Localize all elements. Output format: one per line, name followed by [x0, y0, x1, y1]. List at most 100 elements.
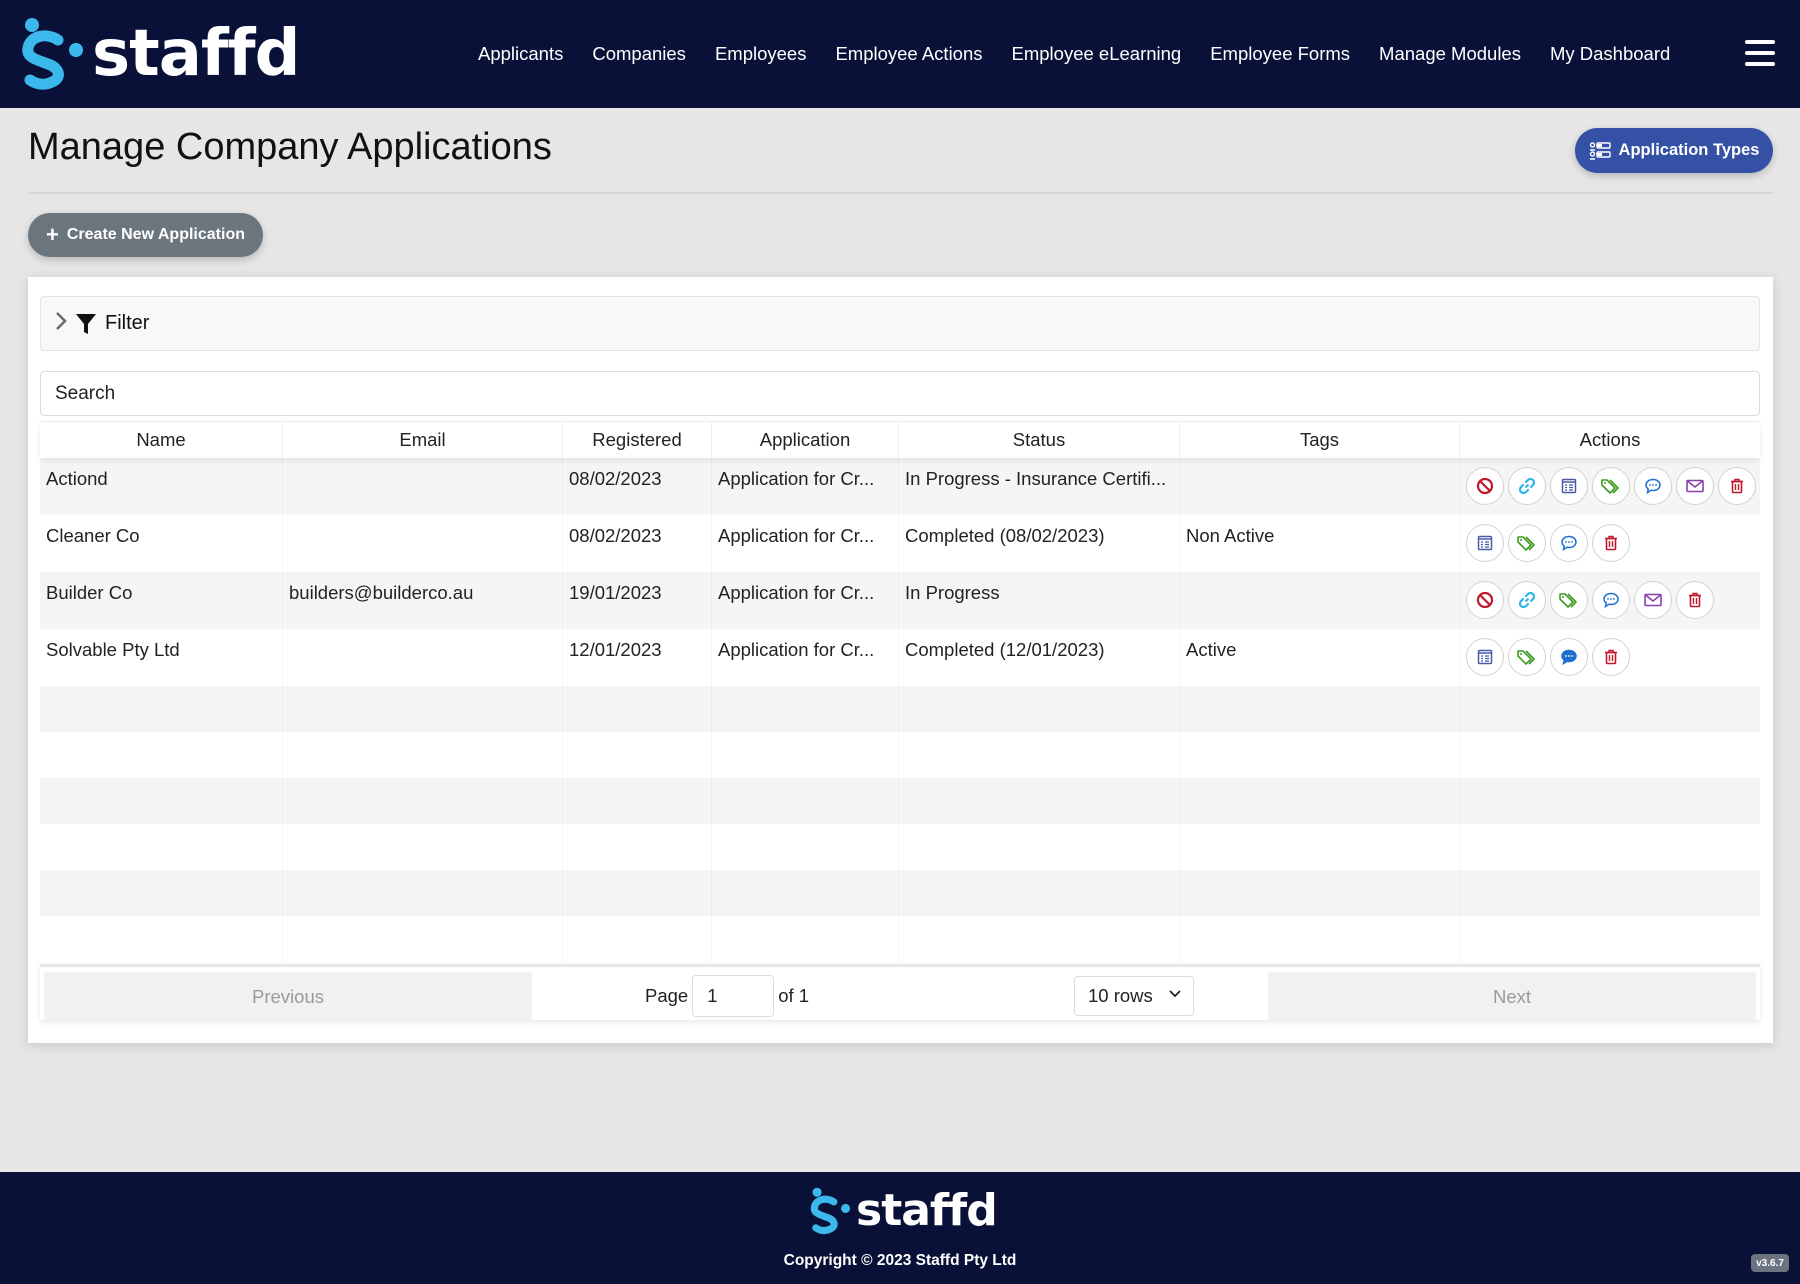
rows-per-page-select[interactable]: 10 rows — [1074, 976, 1194, 1016]
nav-item-my-dashboard[interactable]: My Dashboard — [1550, 43, 1670, 65]
column-header-application[interactable]: Application — [712, 422, 899, 458]
empty-cell — [1180, 732, 1460, 778]
send-email-button[interactable] — [1676, 467, 1714, 505]
comments-button[interactable] — [1592, 581, 1630, 619]
nav-item-employee-forms[interactable]: Employee Forms — [1210, 43, 1350, 65]
empty-cell — [40, 732, 283, 778]
empty-cell — [1460, 916, 1760, 962]
cell-email: builders@builderco.au — [283, 572, 563, 629]
empty-cell — [1460, 686, 1760, 732]
send-email-button[interactable] — [1634, 581, 1672, 619]
nav-item-manage-modules[interactable]: Manage Modules — [1379, 43, 1521, 65]
page-label: Page — [645, 985, 689, 1006]
chevron-down-icon — [1169, 986, 1181, 1002]
comments-button[interactable] — [1634, 467, 1672, 505]
staffd-logo[interactable]: staffd — [18, 16, 300, 92]
next-button[interactable]: Next — [1268, 972, 1756, 1021]
column-header-actions: Actions — [1579, 429, 1641, 450]
form-icon — [1476, 648, 1494, 666]
table-row[interactable]: Solvable Pty Ltd 12/01/2023 Application fo… — [40, 629, 1760, 686]
block-icon — [1476, 591, 1494, 609]
empty-cell — [1180, 916, 1460, 962]
title-divider — [28, 192, 1773, 194]
trash-icon — [1686, 591, 1704, 609]
comments-button[interactable] — [1550, 638, 1588, 676]
cell-status: In Progress - Insurance Certifi... — [899, 458, 1180, 515]
column-header-registered[interactable]: Registered — [563, 422, 712, 458]
page-total-label: of 1 — [778, 985, 810, 1006]
delete-button[interactable] — [1676, 581, 1714, 619]
cell-tags: Active — [1180, 629, 1460, 686]
delete-button[interactable] — [1592, 524, 1630, 562]
view-form-button[interactable] — [1466, 638, 1504, 676]
empty-cell — [899, 870, 1180, 916]
cell-actions — [1460, 515, 1760, 572]
table-row[interactable]: Builder Co builders@builderco.au 19/01/202… — [40, 572, 1760, 629]
empty-cell — [712, 686, 899, 732]
nav-item-applicants[interactable]: Applicants — [478, 43, 563, 65]
search-input[interactable] — [40, 371, 1760, 416]
copy-link-button[interactable] — [1508, 581, 1546, 619]
nav-item-employee-elearning[interactable]: Employee eLearning — [1012, 43, 1182, 65]
hamburger-icon[interactable] — [1745, 40, 1775, 66]
copyright-text: Copyright © 2023 Staffd Pty Ltd — [783, 1252, 1017, 1269]
table-row[interactable]: Cleaner Co 08/02/2023 Application for Cr..… — [40, 515, 1760, 572]
cell-tags — [1180, 458, 1460, 515]
column-header-name[interactable]: Name — [40, 422, 283, 458]
empty-table-row — [40, 916, 1760, 962]
nav-item-employees[interactable]: Employees — [715, 43, 807, 65]
column-header-tags[interactable]: Tags — [1180, 422, 1460, 458]
cancel-application-button[interactable] — [1466, 581, 1504, 619]
comment-icon — [1644, 477, 1662, 495]
filter-icon — [76, 313, 96, 334]
copy-link-button[interactable] — [1508, 467, 1546, 505]
cell-email — [283, 458, 563, 515]
empty-table-row — [40, 870, 1760, 916]
footer: staffd Copyright © 2023 Staffd Pty Ltd — [0, 1172, 1800, 1284]
block-icon — [1476, 477, 1494, 495]
column-header-status[interactable]: Status — [899, 422, 1180, 458]
page-number-input[interactable] — [692, 975, 775, 1017]
cell-email — [283, 515, 563, 572]
table-body: Actiond 08/02/2023 Application for Cr... In… — [40, 458, 1760, 962]
nav-item-employee-actions[interactable]: Employee Actions — [835, 43, 982, 65]
column-header-email[interactable]: Email — [283, 422, 563, 458]
edit-tags-button[interactable] — [1592, 467, 1630, 505]
edit-tags-button[interactable] — [1508, 638, 1546, 676]
nav-item-companies[interactable]: Companies — [592, 43, 686, 65]
rows-per-page-value: 10 rows — [1088, 985, 1153, 1006]
delete-button[interactable] — [1718, 467, 1756, 505]
cell-status: Completed (08/02/2023) — [899, 515, 1180, 572]
cell-application: Application for Cr... — [712, 515, 899, 572]
empty-cell — [283, 824, 563, 870]
empty-cell — [899, 778, 1180, 824]
empty-cell — [40, 778, 283, 824]
cell-application: Application for Cr... — [712, 458, 899, 515]
top-navbar: staffd Applicants Companies Employees Em… — [0, 0, 1800, 108]
empty-cell — [283, 870, 563, 916]
view-form-button[interactable] — [1550, 467, 1588, 505]
table-row[interactable]: Actiond 08/02/2023 Application for Cr... In… — [40, 458, 1760, 515]
empty-table-row — [40, 824, 1760, 870]
filter-toggle[interactable]: Filter — [40, 296, 1760, 351]
delete-button[interactable] — [1592, 638, 1630, 676]
tags-icon — [1516, 648, 1538, 666]
link-icon — [1518, 591, 1536, 609]
application-types-button[interactable]: Application Types — [1575, 128, 1773, 173]
tags-icon — [1600, 477, 1622, 495]
cell-email — [283, 629, 563, 686]
list-people-icon — [1589, 141, 1611, 160]
form-icon — [1560, 477, 1578, 495]
envelope-icon — [1685, 478, 1705, 494]
edit-tags-button[interactable] — [1550, 581, 1588, 619]
edit-tags-button[interactable] — [1508, 524, 1546, 562]
cancel-application-button[interactable] — [1466, 467, 1504, 505]
create-new-application-button[interactable]: + Create New Application — [28, 213, 263, 257]
cell-status: In Progress — [899, 572, 1180, 629]
trash-icon — [1602, 648, 1620, 666]
comments-button[interactable] — [1550, 524, 1588, 562]
previous-button[interactable]: Previous — [44, 972, 532, 1021]
empty-cell — [563, 824, 712, 870]
cell-tags — [1180, 572, 1460, 629]
view-form-button[interactable] — [1466, 524, 1504, 562]
